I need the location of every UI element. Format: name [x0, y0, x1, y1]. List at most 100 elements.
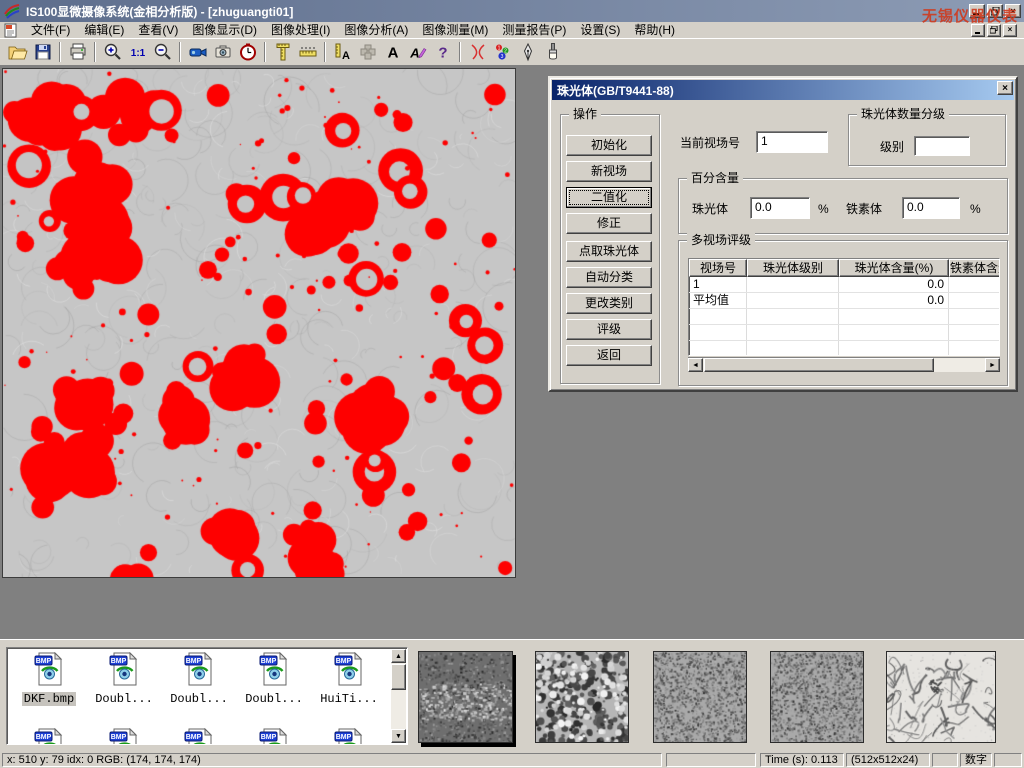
- dialog-title-bar[interactable]: 珠光体(GB/T9441-88): [552, 80, 1014, 100]
- scroll-left-button[interactable]: ◄: [688, 358, 703, 372]
- file-item[interactable]: BMP Doubl...: [163, 652, 235, 706]
- minimize-button[interactable]: [969, 4, 985, 18]
- file-item[interactable]: BMP HuiTi...: [313, 652, 385, 706]
- open-button[interactable]: [5, 40, 30, 64]
- thumbnail-4[interactable]: [770, 651, 864, 743]
- file-name: HuiTi...: [318, 692, 380, 706]
- dialog-close-button[interactable]: ×: [997, 81, 1013, 95]
- document-icon[interactable]: [3, 23, 18, 38]
- file-item-partial[interactable]: BMP: [13, 728, 85, 745]
- curve-tool-button[interactable]: [465, 40, 490, 64]
- close-button[interactable]: ×: [1005, 4, 1021, 18]
- metallograph-image[interactable]: [2, 68, 516, 578]
- app-title-bar: IS100显微摄像系统(金相分析版) - [zhuguangti01] ×: [0, 0, 1024, 22]
- bmp-file-icon: BMP: [259, 675, 289, 689]
- toolbar-separator: [264, 42, 266, 62]
- file-list[interactable]: BMP DKF.bmp BMP Doubl... BMP Doubl... BM…: [6, 647, 408, 745]
- print-button[interactable]: [65, 40, 90, 64]
- measure-label-button[interactable]: A: [330, 40, 355, 64]
- menu-item-settings[interactable]: 设置(S): [573, 22, 627, 38]
- menu-item-image-analysis[interactable]: 图像分析(A): [337, 22, 415, 38]
- file-item-partial[interactable]: BMP: [238, 728, 310, 745]
- caliper-button[interactable]: [270, 40, 295, 64]
- file-item[interactable]: BMP Doubl...: [88, 652, 160, 706]
- auto-classify-button[interactable]: 自动分类: [566, 267, 652, 288]
- thumbnail-2[interactable]: [535, 651, 629, 743]
- zoom-in-button[interactable]: [100, 40, 125, 64]
- thumbnail-1[interactable]: [418, 651, 513, 743]
- table-header-level[interactable]: 珠光体级别: [747, 259, 839, 277]
- table-row-empty: [689, 325, 999, 341]
- toolbar-separator: [179, 42, 181, 62]
- status-image-size: (512x512x24): [846, 753, 930, 767]
- snapshot-button[interactable]: [210, 40, 235, 64]
- timer-clock-icon: [238, 42, 258, 62]
- brush-tool-button[interactable]: [540, 40, 565, 64]
- file-item-partial[interactable]: BMP: [313, 728, 385, 745]
- table-row[interactable]: 平均值 0.0: [689, 293, 999, 309]
- scroll-down-button[interactable]: ▼: [391, 729, 406, 743]
- toolbar-separator: [94, 42, 96, 62]
- thumbnail-3[interactable]: [653, 651, 747, 743]
- menu-item-edit[interactable]: 编辑(E): [77, 22, 131, 38]
- file-item[interactable]: BMP DKF.bmp: [13, 652, 85, 706]
- mdi-minimize-button[interactable]: [971, 24, 985, 37]
- correct-button[interactable]: 修正: [566, 213, 652, 234]
- scroll-right-button[interactable]: ►: [985, 358, 1000, 372]
- restore-button[interactable]: [987, 4, 1003, 18]
- change-class-button[interactable]: 更改类别: [566, 293, 652, 314]
- current-field-input[interactable]: 1: [756, 131, 828, 153]
- grade-button[interactable]: 评级: [566, 319, 652, 340]
- file-list-scrollbar[interactable]: ▲ ▼: [391, 649, 406, 743]
- text-button[interactable]: A: [380, 40, 405, 64]
- ruler-button[interactable]: [295, 40, 320, 64]
- help-button[interactable]: ?: [430, 40, 455, 64]
- grid-icon: [358, 42, 378, 62]
- pearlite-input[interactable]: 0.0: [750, 197, 810, 219]
- table-hscrollbar[interactable]: ◄ ►: [688, 357, 1000, 372]
- menu-item-view[interactable]: 查看(V): [131, 22, 185, 38]
- return-button[interactable]: 返回: [566, 345, 652, 366]
- binarize-button[interactable]: 二值化: [566, 187, 652, 208]
- svg-text:A: A: [409, 46, 419, 61]
- new-field-button[interactable]: 新视场: [566, 161, 652, 182]
- file-item-partial[interactable]: BMP: [88, 728, 160, 745]
- file-name: Doubl...: [93, 692, 155, 706]
- video-capture-button[interactable]: [185, 40, 210, 64]
- file-item[interactable]: BMP Doubl...: [238, 652, 310, 706]
- scroll-thumb[interactable]: [391, 664, 406, 690]
- scroll-thumb[interactable]: [704, 358, 934, 372]
- menu-item-image-display[interactable]: 图像显示(D): [185, 22, 264, 38]
- scroll-up-button[interactable]: ▲: [391, 649, 406, 663]
- rating-table[interactable]: 视场号 珠光体级别 珠光体含量(%) 铁素体含量(%) 1 0.0 平均值 0.…: [688, 258, 1000, 356]
- actual-size-button[interactable]: 1:1: [125, 40, 150, 64]
- mdi-window-buttons: ×: [969, 24, 1017, 37]
- thumbnail-5[interactable]: [886, 651, 996, 743]
- mdi-restore-button[interactable]: [987, 24, 1001, 37]
- menu-item-image-measure[interactable]: 图像测量(M): [415, 22, 495, 38]
- save-button[interactable]: [30, 40, 55, 64]
- pen-tool-button[interactable]: [515, 40, 540, 64]
- menu-item-help[interactable]: 帮助(H): [627, 22, 682, 38]
- svg-text:BMP: BMP: [36, 734, 52, 741]
- init-button[interactable]: 初始化: [566, 135, 652, 156]
- menu-item-image-processing[interactable]: 图像处理(I): [264, 22, 337, 38]
- zoom-out-button[interactable]: [150, 40, 175, 64]
- menu-item-measure-report[interactable]: 测量报告(P): [495, 22, 573, 38]
- table-header-field[interactable]: 视场号: [689, 259, 747, 277]
- annotate-button[interactable]: A: [405, 40, 430, 64]
- menu-item-file[interactable]: 文件(F): [24, 22, 77, 38]
- level-input[interactable]: [914, 136, 970, 156]
- table-row[interactable]: 1 0.0: [689, 277, 999, 293]
- table-cell: 1: [689, 277, 747, 292]
- ferrite-input[interactable]: 0.0: [902, 197, 960, 219]
- pick-pearlite-button[interactable]: 点取珠光体: [566, 241, 652, 262]
- grid-button[interactable]: [355, 40, 380, 64]
- timer-button[interactable]: [235, 40, 260, 64]
- table-header-pearlite[interactable]: 珠光体含量(%): [839, 259, 949, 277]
- classify-button[interactable]: 123: [490, 40, 515, 64]
- multi-field-group-label: 多视场评级: [687, 233, 755, 247]
- table-header-ferrite[interactable]: 铁素体含量(%): [949, 259, 1000, 277]
- file-item-partial[interactable]: BMP: [163, 728, 235, 745]
- mdi-close-button[interactable]: ×: [1003, 24, 1017, 37]
